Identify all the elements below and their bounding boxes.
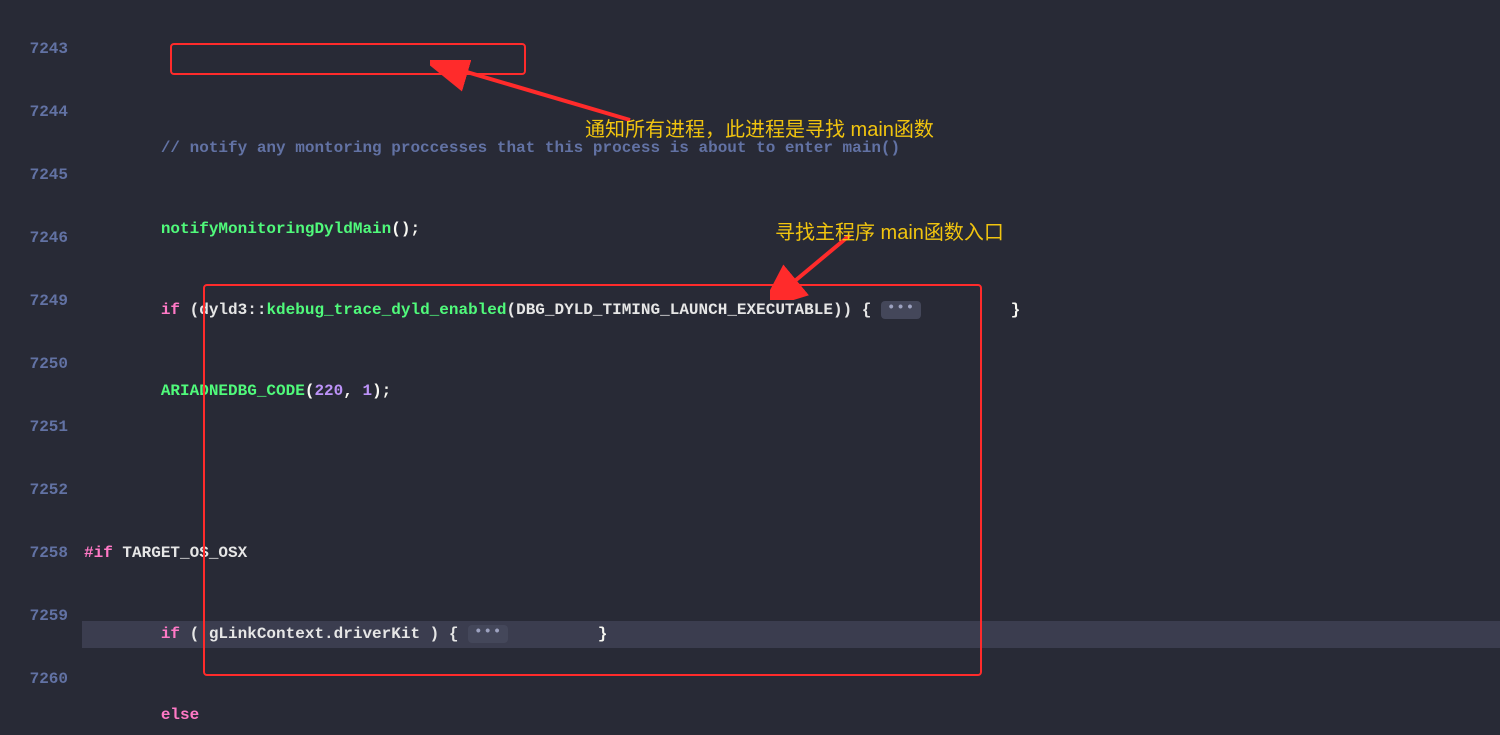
code-line[interactable] <box>82 459 1500 486</box>
line-number: 7260 <box>0 666 68 693</box>
line-number: 7243 <box>0 36 68 63</box>
line-number-gutter: 7243 7244 7245 7246 7249 7250 7251 7252 … <box>0 0 82 735</box>
line-number: 7258 <box>0 540 68 567</box>
code-editor[interactable]: 7243 7244 7245 7246 7249 7250 7251 7252 … <box>0 0 1500 735</box>
line-number: 7252 <box>0 477 68 504</box>
fold-marker[interactable]: ••• <box>468 625 508 643</box>
code-line[interactable]: notifyMonitoringDyldMain(); <box>82 216 1500 243</box>
line-number: 7245 <box>0 162 68 189</box>
code-line[interactable]: #if TARGET_OS_OSX <box>82 540 1500 567</box>
line-number: 7244 <box>0 99 68 126</box>
line-number: 7250 <box>0 351 68 378</box>
line-number: 7249 <box>0 288 68 315</box>
code-line[interactable]: ARIADNEDBG_CODE(220, 1); <box>82 378 1500 405</box>
line-number: 7246 <box>0 225 68 252</box>
code-line[interactable]: // notify any montoring proccesses that … <box>82 135 1500 162</box>
line-number: 7261 <box>0 729 68 735</box>
line-number: 7251 <box>0 414 68 441</box>
code-line[interactable]: else <box>82 702 1500 729</box>
code-area[interactable]: // notify any montoring proccesses that … <box>82 0 1500 735</box>
line-number: 7259 <box>0 603 68 630</box>
code-line[interactable]: if (dyld3::kdebug_trace_dyld_enabled(DBG… <box>82 297 1500 324</box>
code-line-current[interactable]: if ( gLinkContext.driverKit ) { ••• } <box>82 621 1500 648</box>
code-line[interactable] <box>82 54 1500 81</box>
fold-marker[interactable]: ••• <box>881 301 921 319</box>
